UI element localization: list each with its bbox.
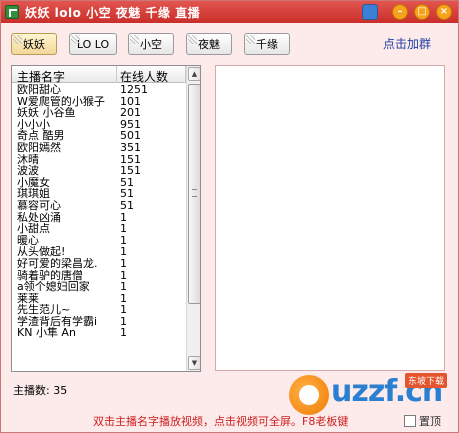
corner-grip-icon: [246, 35, 255, 44]
topmost-label: 置顶: [419, 415, 441, 428]
column-divider[interactable]: [116, 66, 117, 83]
list-item[interactable]: 小小小 951: [12, 119, 186, 131]
streamer-name: 私处凶涌: [17, 211, 61, 224]
scroll-up-arrow-icon[interactable]: ▲: [188, 67, 200, 81]
list-item[interactable]: a领个媳妇回家 1: [12, 281, 186, 293]
streamer-name: 妖妖 小谷鱼: [17, 107, 76, 119]
topmost-checkbox[interactable]: [404, 415, 416, 427]
streamer-name: a领个媳妇回家: [17, 281, 90, 293]
scroll-down-arrow-icon[interactable]: ▼: [188, 356, 200, 370]
video-player-area[interactable]: [215, 65, 445, 371]
join-group-link[interactable]: 点击加群: [383, 35, 431, 52]
online-count: 1: [120, 280, 127, 294]
streamer-list[interactable]: 主播名字 在线人数 欧阳甜心 1251 W爱爬管的小猴子 101 妖妖 小谷鱼 201 小小…: [11, 65, 201, 372]
vertical-scrollbar[interactable]: ▲ ▼: [186, 66, 200, 371]
channel-button-qianyuan[interactable]: 千缘: [244, 33, 290, 55]
channel-button-label: 千缘: [256, 38, 278, 51]
minimize-button[interactable]: –: [392, 4, 408, 20]
list-item[interactable]: 暖心 1: [12, 235, 186, 247]
corner-grip-icon: [13, 35, 22, 44]
list-item[interactable]: 妖妖 小谷鱼 201: [12, 107, 186, 119]
streamer-name: 骑着驴的唐僧: [17, 269, 83, 282]
watermark-logo: uzzf.cn 东坡下载: [289, 371, 457, 419]
list-rows: 欧阳甜心 1251 W爱爬管的小猴子 101 妖妖 小谷鱼 201 小小小 951 奇点 酷男 5…: [12, 84, 186, 339]
streamer-count-label: 主播数: 35: [13, 384, 68, 397]
skin-shirt-icon[interactable]: [362, 4, 378, 20]
list-item[interactable]: 奇点 酷男 501: [12, 130, 186, 142]
channel-button-xiaokong[interactable]: 小空: [128, 33, 174, 55]
main-window: 妖妖 lolo 小空 夜魅 千缘 直播 – □ × 妖妖 LO LO 小空 夜魅…: [0, 0, 459, 433]
list-item[interactable]: 小魔女 51: [12, 177, 186, 189]
corner-grip-icon: [71, 35, 80, 44]
list-item[interactable]: 欧阳甜心 1251: [12, 84, 186, 96]
corner-grip-icon: [188, 35, 197, 44]
streamer-name: 暖心: [17, 234, 39, 247]
watermark-badge: 东坡下载: [405, 373, 448, 388]
channel-button-label: LO LO: [76, 37, 110, 51]
close-button[interactable]: ×: [436, 4, 452, 20]
streamer-name: 莱莱: [17, 292, 39, 305]
online-count: 151: [120, 164, 141, 178]
list-item[interactable]: 慕容可心 51: [12, 200, 186, 212]
list-item[interactable]: 私处凶涌 1: [12, 211, 186, 224]
topmost-toggle[interactable]: 置顶: [404, 413, 441, 429]
list-item[interactable]: 波波 151: [12, 165, 186, 177]
streamer-name: 欧阳甜心: [17, 84, 61, 96]
streamer-name: 欧阳嫣然: [17, 141, 61, 154]
column-header-name[interactable]: 主播名字: [17, 68, 65, 85]
list-item[interactable]: 学渣背后有学霸i 1: [12, 316, 186, 328]
streamer-name: 小小小: [17, 118, 50, 131]
streamer-name: 琪琪姐: [17, 188, 50, 200]
streamer-name: 学渣背后有学霸i: [17, 315, 98, 328]
usage-hint: 双击主播名字播放视频，点击视频可全屏。F8老板键: [93, 415, 349, 428]
list-item[interactable]: 骑着驴的唐僧 1: [12, 269, 186, 282]
list-item[interactable]: 琪琪姐 51: [12, 188, 186, 200]
streamer-name: 奇点 酷男: [17, 130, 65, 142]
scroll-thumb[interactable]: [188, 84, 200, 304]
channel-button-yemei[interactable]: 夜魅: [186, 33, 232, 55]
online-count: 1: [120, 222, 127, 236]
list-item[interactable]: 欧阳嫣然 351: [12, 142, 186, 154]
watermark-circle-icon: [289, 375, 329, 415]
streamer-name: 波波: [17, 165, 39, 177]
list-item[interactable]: 先生范儿~ 1: [12, 304, 186, 316]
streamer-name: 先生范儿~: [17, 304, 71, 316]
online-count: 1: [120, 256, 127, 270]
list-item[interactable]: W爱爬管的小猴子 101: [12, 95, 186, 108]
corner-grip-icon: [130, 35, 139, 44]
online-count: 1251: [120, 83, 148, 96]
streamer-name: W爱爬管的小猴子: [17, 95, 105, 108]
window-title: 妖妖 lolo 小空 夜魅 千缘 直播: [25, 6, 201, 20]
streamer-name: 小甜点: [17, 223, 50, 235]
online-count: 351: [120, 140, 141, 154]
list-item[interactable]: 莱莱 1: [12, 293, 186, 305]
streamer-name: 从头做起!: [17, 246, 66, 258]
list-header: 主播名字 在线人数: [12, 66, 186, 85]
maximize-button[interactable]: □: [414, 4, 430, 20]
list-item[interactable]: KN 小隼 An 1: [12, 327, 186, 339]
channel-button-label: 夜魅: [198, 38, 220, 51]
channel-button-label: 妖妖: [23, 38, 45, 51]
title-bar[interactable]: 妖妖 lolo 小空 夜魅 千缘 直播 – □ ×: [1, 1, 458, 23]
list-item[interactable]: 好可爱的梁昌龙. 1: [12, 258, 186, 270]
list-item[interactable]: 小甜点 1: [12, 223, 186, 235]
streamer-name: 好可爱的梁昌龙.: [17, 257, 98, 270]
app-logo-icon: [5, 5, 19, 19]
channel-button-yaoyao[interactable]: 妖妖: [11, 33, 57, 55]
streamer-name: 慕容可心: [17, 199, 61, 212]
list-item[interactable]: 从头做起! 1: [12, 246, 186, 258]
channel-button-label: 小空: [140, 38, 162, 51]
streamer-name: KN 小隼 An: [17, 327, 76, 340]
streamer-name: 沐晴: [17, 153, 39, 166]
list-item[interactable]: 沐晴 151: [12, 153, 186, 166]
online-count: 51: [120, 198, 134, 212]
online-count: 1: [120, 326, 127, 340]
streamer-name: 小魔女: [17, 176, 50, 189]
channel-button-lolo[interactable]: LO LO: [69, 33, 117, 55]
